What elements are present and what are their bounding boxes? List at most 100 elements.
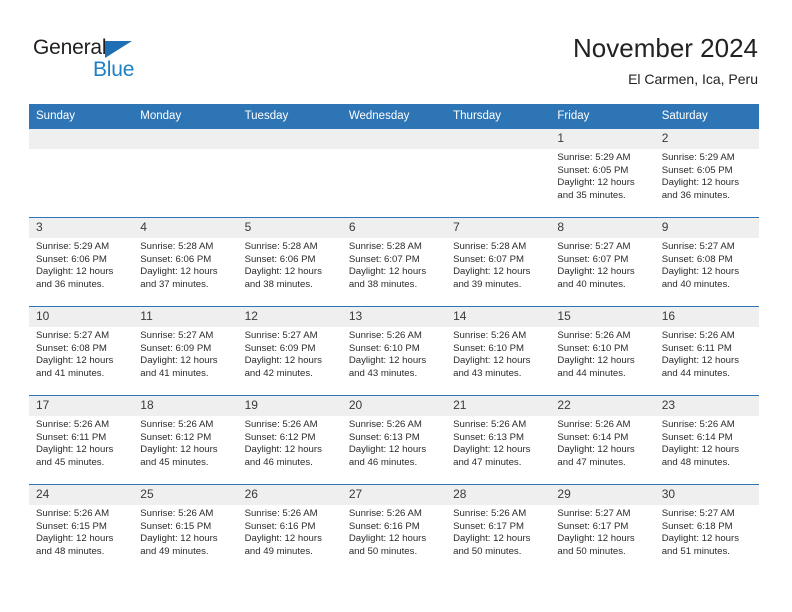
calendar-week-row: 1 Sunrise: 5:29 AM Sunset: 6:05 PM Daylight… <box>29 128 759 218</box>
day-details: Sunrise: 5:26 AM Sunset: 6:16 PM Daylight:… <box>342 505 446 558</box>
day-detail-sunrise: Sunrise: 5:26 AM <box>36 508 110 519</box>
calendar-week-row: 10 Sunrise: 5:27 AM Sunset: 6:08 PM Dayligh… <box>29 306 759 396</box>
day-detail-daylight1: Daylight: 12 hours <box>348 444 427 456</box>
calendar-day-cell[interactable]: 19 Sunrise: 5:26 AM Sunset: 6:12 PM Dayligh… <box>237 395 342 485</box>
day-number: 19 <box>237 396 342 416</box>
calendar-day-cell[interactable]: 5 Sunrise: 5:28 AM Sunset: 6:06 PM Daylight… <box>237 217 342 307</box>
day-details: Sunrise: 5:26 AM Sunset: 6:10 PM Daylight:… <box>446 327 550 380</box>
day-details: Sunrise: 5:29 AM Sunset: 6:06 PM Daylight:… <box>29 238 133 291</box>
day-detail-sunrise: Sunrise: 5:27 AM <box>557 241 631 252</box>
calendar-day-cell[interactable]: 29 Sunrise: 5:27 AM Sunset: 6:17 PM Dayligh… <box>550 484 655 574</box>
day-detail-sunset: Sunset: 6:17 PM <box>453 520 525 532</box>
page-header: General Blue November 2024 El Carmen, Ic… <box>0 0 792 100</box>
calendar-day-cell[interactable]: 15 Sunrise: 5:26 AM Sunset: 6:10 PM Dayligh… <box>550 306 655 396</box>
calendar-day-cell[interactable]: 12 Sunrise: 5:27 AM Sunset: 6:09 PM Dayligh… <box>237 306 342 396</box>
calendar-day-cell[interactable]: 9 Sunrise: 5:27 AM Sunset: 6:08 PM Daylight… <box>654 217 759 307</box>
day-detail-daylight1: Daylight: 12 hours <box>557 533 635 545</box>
day-details: Sunrise: 5:29 AM Sunset: 6:05 PM Daylight:… <box>655 149 759 202</box>
calendar-day-cell[interactable]: 23 Sunrise: 5:26 AM Sunset: 6:14 PM Dayligh… <box>654 395 759 485</box>
day-detail-daylight2: and 49 minutes. <box>244 545 313 557</box>
day-details: Sunrise: 5:26 AM Sunset: 6:16 PM Daylight:… <box>238 505 342 558</box>
calendar-day-cell[interactable]: 8 Sunrise: 5:27 AM Sunset: 6:07 PM Daylight… <box>550 217 655 307</box>
day-number: 5 <box>237 218 342 238</box>
day-detail-daylight2: and 44 minutes. <box>661 367 730 379</box>
day-detail-daylight1: Daylight: 12 hours <box>453 533 531 545</box>
calendar-day-cell[interactable]: 3 Sunrise: 5:29 AM Sunset: 6:06 PM Daylight… <box>29 217 134 307</box>
calendar-day-cell[interactable]: 24 Sunrise: 5:26 AM Sunset: 6:15 PM Dayligh… <box>29 484 134 574</box>
day-detail-daylight1: Daylight: 12 hours <box>557 177 635 189</box>
location-subtitle: El Carmen, Ica, Peru <box>628 71 758 87</box>
title-block: November 2024 El Carmen, Ica, Peru <box>573 32 758 88</box>
day-detail-sunrise: Sunrise: 5:27 AM <box>557 508 631 519</box>
day-detail-daylight1: Daylight: 12 hours <box>661 355 740 367</box>
calendar-day-cell[interactable]: 13 Sunrise: 5:26 AM Sunset: 6:10 PM Dayligh… <box>341 306 447 396</box>
day-detail-daylight2: and 48 minutes. <box>661 456 730 468</box>
day-detail-daylight1: Daylight: 12 hours <box>36 355 114 367</box>
day-detail-sunrise: Sunrise: 5:27 AM <box>244 330 318 341</box>
calendar-header-row: Sunday Monday Tuesday Wednesday Thursday… <box>29 104 759 129</box>
day-number: 3 <box>29 218 134 238</box>
calendar-day-cell[interactable]: 6 Sunrise: 5:28 AM Sunset: 6:07 PM Daylight… <box>341 217 447 307</box>
calendar-day-cell[interactable]: 27 Sunrise: 5:26 AM Sunset: 6:16 PM Dayligh… <box>341 484 447 574</box>
day-detail-daylight2: and 36 minutes. <box>661 189 730 201</box>
day-detail-daylight1: Daylight: 12 hours <box>140 266 218 278</box>
day-detail-daylight2: and 40 minutes. <box>661 278 730 290</box>
day-detail-sunset: Sunset: 6:10 PM <box>348 342 420 354</box>
weekday-header-monday: Monday <box>133 104 238 129</box>
calendar-day-cell[interactable]: 17 Sunrise: 5:26 AM Sunset: 6:11 PM Dayligh… <box>29 395 134 485</box>
calendar-day-cell[interactable]: 22 Sunrise: 5:26 AM Sunset: 6:14 PM Dayligh… <box>550 395 655 485</box>
calendar-day-cell[interactable]: 28 Sunrise: 5:26 AM Sunset: 6:17 PM Dayligh… <box>446 484 551 574</box>
calendar-day-cell[interactable]: 18 Sunrise: 5:26 AM Sunset: 6:12 PM Dayligh… <box>133 395 238 485</box>
calendar-day-cell[interactable]: 16 Sunrise: 5:26 AM Sunset: 6:11 PM Dayligh… <box>654 306 759 396</box>
calendar-day-cell[interactable]: 7 Sunrise: 5:28 AM Sunset: 6:07 PM Daylight… <box>446 217 551 307</box>
day-detail-sunrise: Sunrise: 5:26 AM <box>244 508 318 519</box>
day-detail-daylight2: and 37 minutes. <box>140 278 209 290</box>
calendar-day-cell[interactable]: 11 Sunrise: 5:27 AM Sunset: 6:09 PM Dayligh… <box>133 306 238 396</box>
day-number <box>133 129 238 149</box>
calendar-day-cell[interactable]: 2 Sunrise: 5:29 AM Sunset: 6:05 PM Daylight… <box>654 128 759 218</box>
day-detail-daylight1: Daylight: 12 hours <box>557 266 635 278</box>
logo-text-blue: Blue <box>93 58 135 81</box>
calendar-day-cell[interactable]: 20 Sunrise: 5:26 AM Sunset: 6:13 PM Dayligh… <box>341 395 447 485</box>
page-title: November 2024 <box>573 33 758 63</box>
day-number: 2 <box>654 129 759 149</box>
day-number <box>446 129 551 149</box>
calendar-day-cell[interactable]: 21 Sunrise: 5:26 AM Sunset: 6:13 PM Dayligh… <box>446 395 551 485</box>
day-details: Sunrise: 5:27 AM Sunset: 6:09 PM Daylight:… <box>238 327 342 380</box>
calendar-day-cell[interactable]: 14 Sunrise: 5:26 AM Sunset: 6:10 PM Dayligh… <box>446 306 551 396</box>
day-detail-daylight2: and 49 minutes. <box>140 545 209 557</box>
day-detail-daylight2: and 48 minutes. <box>36 545 105 557</box>
calendar-day-cell[interactable]: 25 Sunrise: 5:26 AM Sunset: 6:15 PM Dayligh… <box>133 484 238 574</box>
day-detail-daylight1: Daylight: 12 hours <box>348 355 427 367</box>
day-detail-sunset: Sunset: 6:15 PM <box>140 520 212 532</box>
day-detail-sunrise: Sunrise: 5:26 AM <box>661 419 735 430</box>
day-detail-sunrise: Sunrise: 5:26 AM <box>557 419 631 430</box>
day-detail-daylight2: and 36 minutes. <box>36 278 105 290</box>
day-detail-sunset: Sunset: 6:08 PM <box>661 253 733 265</box>
day-detail-sunrise: Sunrise: 5:26 AM <box>244 419 318 430</box>
day-detail-daylight1: Daylight: 12 hours <box>557 444 635 456</box>
calendar-day-cell[interactable]: 10 Sunrise: 5:27 AM Sunset: 6:08 PM Dayligh… <box>29 306 134 396</box>
day-detail-daylight1: Daylight: 12 hours <box>36 533 114 545</box>
day-number: 14 <box>446 307 551 327</box>
general-blue-logo[interactable]: General Blue <box>33 36 153 84</box>
calendar-week-row: 3 Sunrise: 5:29 AM Sunset: 6:06 PM Daylight… <box>29 217 759 307</box>
day-detail-daylight2: and 45 minutes. <box>140 456 209 468</box>
calendar-day-cell[interactable]: 1 Sunrise: 5:29 AM Sunset: 6:05 PM Daylight… <box>550 128 655 218</box>
day-detail-daylight2: and 50 minutes. <box>453 545 522 557</box>
day-number: 13 <box>341 307 447 327</box>
day-number: 11 <box>133 307 238 327</box>
day-details: Sunrise: 5:27 AM Sunset: 6:09 PM Daylight:… <box>133 327 237 380</box>
day-detail-daylight1: Daylight: 12 hours <box>140 355 218 367</box>
calendar-day-cell[interactable]: 4 Sunrise: 5:28 AM Sunset: 6:06 PM Daylight… <box>133 217 238 307</box>
calendar-day-cell[interactable]: 30 Sunrise: 5:27 AM Sunset: 6:18 PM Dayligh… <box>654 484 759 574</box>
day-detail-sunset: Sunset: 6:11 PM <box>36 431 107 443</box>
calendar-day-cell-empty <box>237 128 342 218</box>
day-detail-sunrise: Sunrise: 5:26 AM <box>348 508 422 519</box>
day-number: 21 <box>446 396 551 416</box>
calendar-day-cell[interactable]: 26 Sunrise: 5:26 AM Sunset: 6:16 PM Dayligh… <box>237 484 342 574</box>
day-number: 18 <box>133 396 238 416</box>
day-number: 29 <box>550 485 655 505</box>
day-detail-sunset: Sunset: 6:12 PM <box>140 431 212 443</box>
day-detail-daylight2: and 43 minutes. <box>348 367 418 379</box>
